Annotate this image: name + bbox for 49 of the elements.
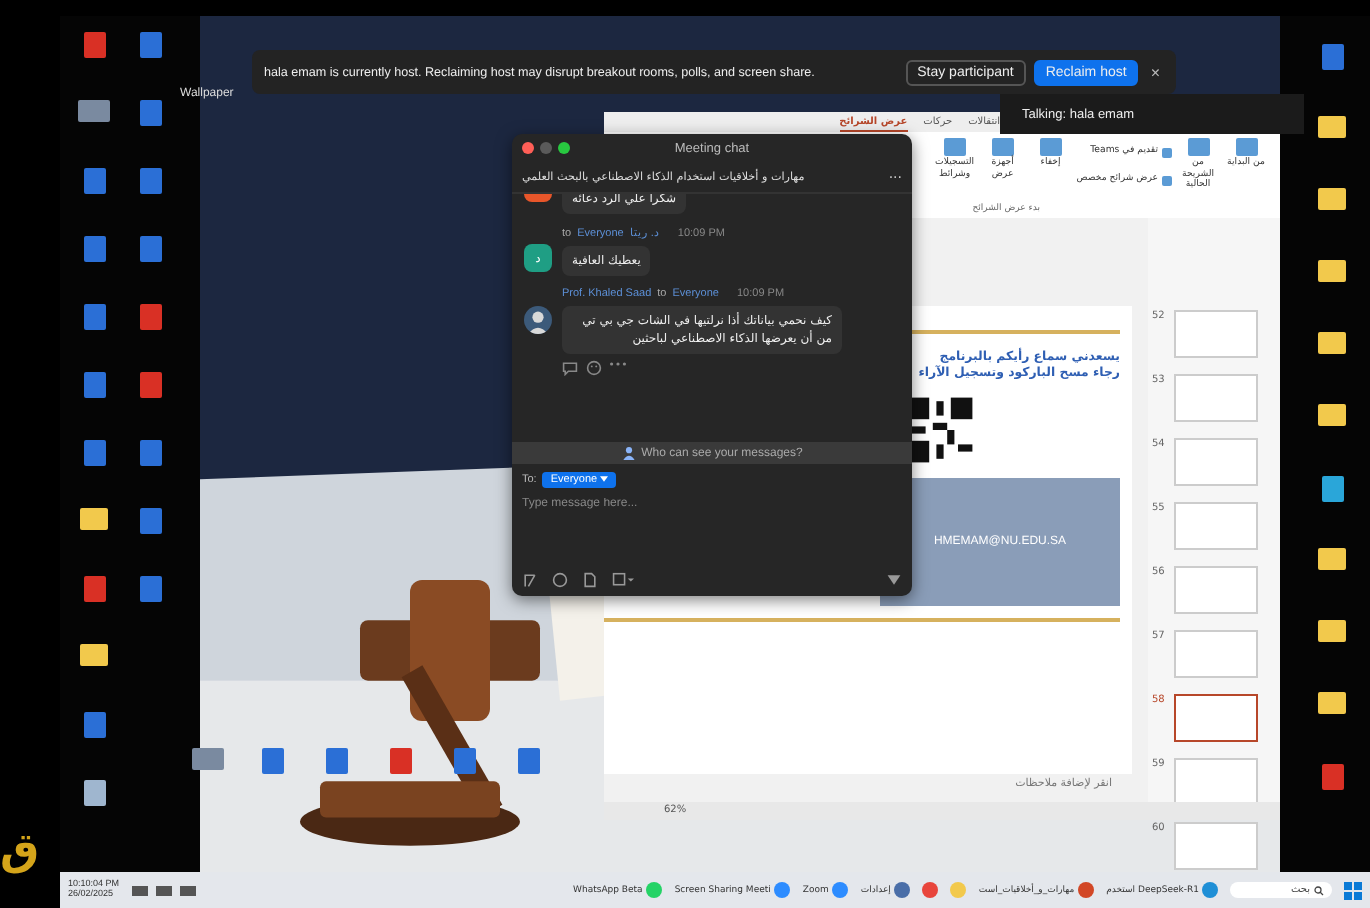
pdf-file-icon[interactable] xyxy=(83,576,105,602)
doc-file-icon[interactable] xyxy=(83,168,105,194)
slideshow-icon xyxy=(1162,175,1172,185)
pdf-file-icon[interactable] xyxy=(139,304,161,330)
pdf-file-icon[interactable] xyxy=(1321,764,1343,790)
slideshow-icon xyxy=(1162,147,1172,157)
doc-file-icon[interactable] xyxy=(1321,44,1343,70)
more-icon[interactable] xyxy=(610,360,626,368)
doc-file-icon[interactable] xyxy=(139,440,161,466)
emoji-icon[interactable] xyxy=(586,360,602,376)
slideshow-icon xyxy=(1187,138,1209,156)
app-file-icon[interactable] xyxy=(1321,476,1343,502)
slide-thumbnail[interactable] xyxy=(1174,694,1258,742)
doc-file-icon[interactable] xyxy=(261,748,283,774)
doc-file-icon[interactable] xyxy=(325,748,347,774)
doc-file-icon[interactable] xyxy=(139,32,161,58)
doc-file-icon[interactable] xyxy=(453,748,475,774)
slideshow-icon xyxy=(1039,138,1062,156)
slideshow-icon xyxy=(943,138,966,156)
close-button[interactable]: × xyxy=(1146,63,1164,81)
doc-file-icon[interactable] xyxy=(83,304,105,330)
search-icon xyxy=(1314,885,1324,895)
doc-file-icon[interactable] xyxy=(139,168,161,194)
pdf-file-icon[interactable] xyxy=(389,748,411,774)
windows-logo-icon[interactable] xyxy=(1344,881,1362,899)
corner-letter: ق xyxy=(0,830,40,874)
pdf-file-icon[interactable] xyxy=(139,372,161,398)
doc-file-icon[interactable] xyxy=(139,100,161,126)
window-controls-icon[interactable] xyxy=(522,142,570,154)
send-icon[interactable] xyxy=(886,572,902,588)
file-icon[interactable] xyxy=(582,572,598,588)
emoji-icon[interactable] xyxy=(552,572,568,588)
doc-file-icon[interactable] xyxy=(83,372,105,398)
doc-file-icon[interactable] xyxy=(83,236,105,262)
person-icon xyxy=(621,446,636,460)
reply-icon[interactable] xyxy=(562,360,578,376)
recycle-file-icon[interactable] xyxy=(83,780,105,806)
doc-file-icon[interactable] xyxy=(139,508,161,534)
screenshot-icon[interactable] xyxy=(612,572,634,588)
pdf-file-icon[interactable] xyxy=(83,32,105,58)
format-icon[interactable] xyxy=(522,572,538,588)
doc-file-icon[interactable] xyxy=(517,748,539,774)
doc-file-icon[interactable] xyxy=(83,712,105,738)
doc-file-icon[interactable] xyxy=(139,236,161,262)
doc-file-icon[interactable] xyxy=(83,440,105,466)
slideshow-icon xyxy=(991,138,1014,156)
slideshow-icon xyxy=(1235,138,1257,156)
doc-file-icon[interactable] xyxy=(139,576,161,602)
caret-icon xyxy=(600,476,609,483)
